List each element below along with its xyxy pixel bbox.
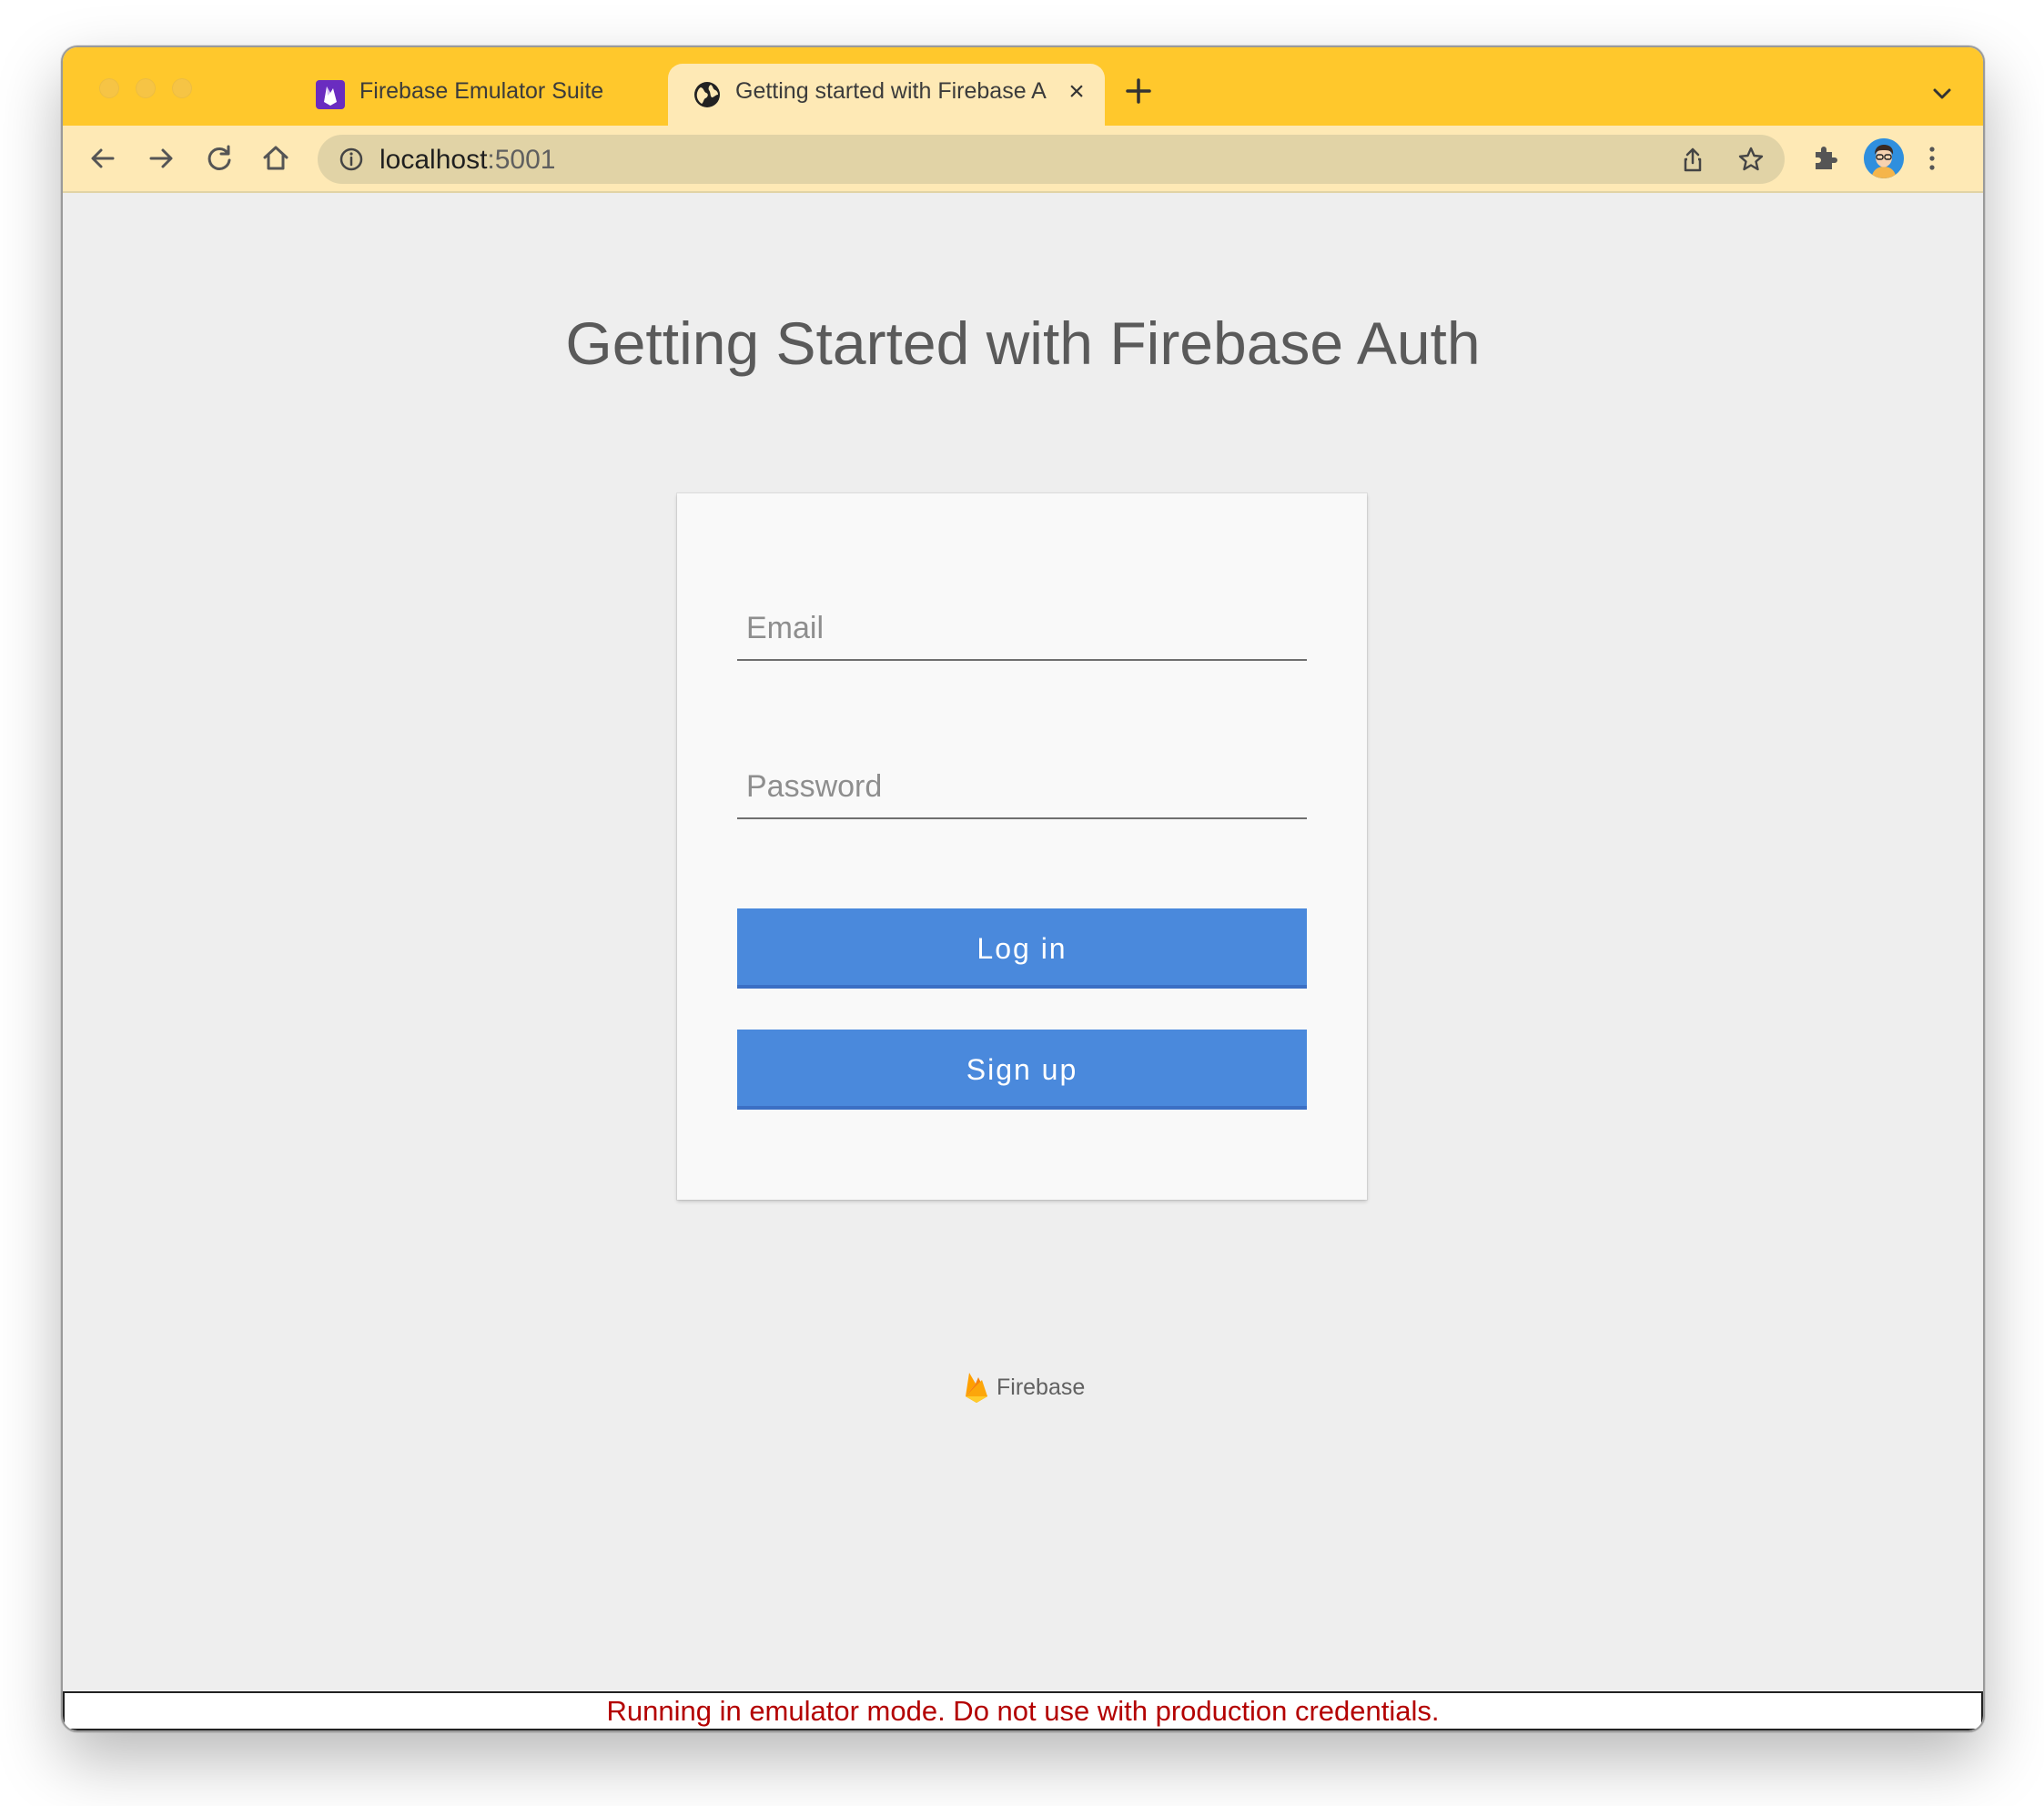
login-button[interactable]: Log in [737,908,1307,989]
tab-firebase-emulator-suite[interactable]: Firebase Emulator Suite × [236,64,727,126]
signup-button[interactable]: Sign up [737,1030,1307,1110]
info-icon[interactable] [338,146,365,173]
browser-toolbar: localhost:5001 [63,126,1983,193]
close-window-button[interactable] [99,78,119,98]
share-icon[interactable] [1678,145,1707,174]
emulator-warning-banner: Running in emulator mode. Do not use wit… [63,1691,1983,1730]
bookmark-star-icon[interactable] [1736,145,1766,174]
address-bar[interactable]: localhost:5001 [318,135,1785,184]
tab-strip: Firebase Emulator Suite × Getting starte… [63,47,1983,126]
url-host: localhost [379,145,488,175]
minimize-window-button[interactable] [136,78,156,98]
tab-getting-started[interactable]: Getting started with Firebase A × [668,64,1105,126]
zoom-window-button[interactable] [172,78,192,98]
new-tab-icon[interactable] [1120,73,1157,109]
back-arrow-icon[interactable] [85,140,121,177]
extensions-puzzle-icon[interactable] [1806,140,1843,177]
browser-window: Firebase Emulator Suite × Getting starte… [61,46,1985,1732]
email-input[interactable] [746,611,1292,646]
tab-title: Getting started with Firebase A [735,78,1047,104]
login-card: Log in Sign up [677,493,1367,1200]
reload-icon[interactable] [201,140,238,177]
firebase-emulator-icon [316,80,345,109]
forward-arrow-icon[interactable] [143,140,179,177]
password-input[interactable] [746,769,1292,805]
password-field [737,745,1307,819]
firebase-logo-text: Firebase [997,1375,1086,1400]
home-icon[interactable] [258,140,294,177]
avatar-face-icon [1864,138,1904,178]
tab-title: Firebase Emulator Suite [359,78,604,104]
profile-avatar[interactable] [1864,138,1904,178]
firebase-flame-icon [966,1373,987,1403]
url-text[interactable]: localhost:5001 [379,145,555,176]
firebase-logo: Firebase [964,1369,1091,1405]
email-field [737,586,1307,661]
more-vertical-icon[interactable] [1914,140,1950,177]
url-port: :5001 [487,145,556,175]
close-tab-icon[interactable]: × [1061,76,1092,107]
globe-icon [694,82,720,107]
page-title: Getting Started with Firebase Auth [565,309,1481,377]
page-content: Getting Started with Firebase Auth Log i… [63,193,1983,1730]
chevron-down-icon[interactable] [1928,80,1956,107]
